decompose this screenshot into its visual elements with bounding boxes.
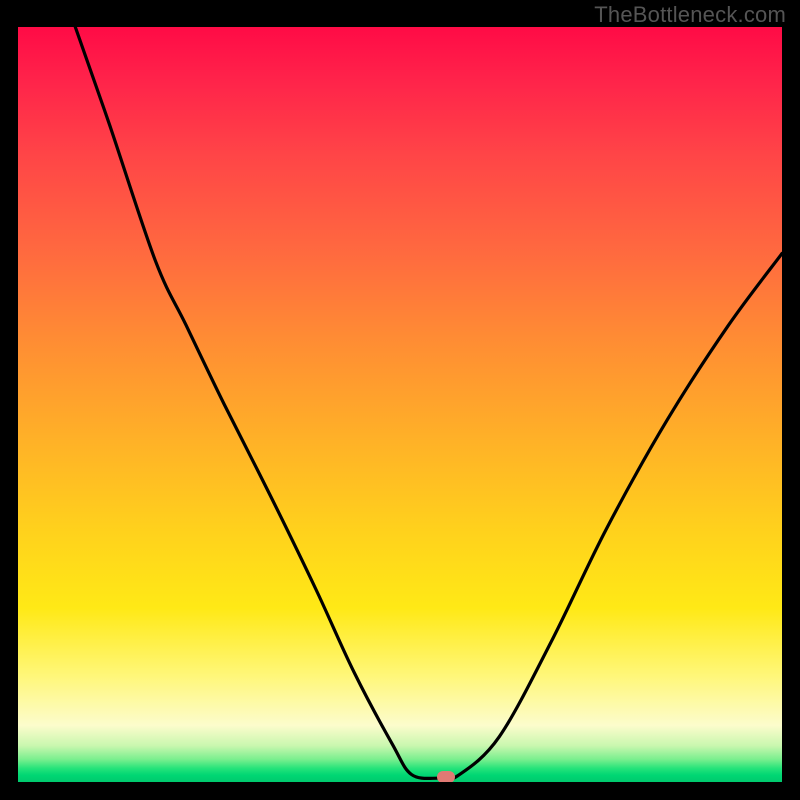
- curve-svg: [18, 27, 782, 782]
- optimum-marker: [437, 771, 455, 782]
- watermark-text: TheBottleneck.com: [594, 2, 786, 28]
- plot-area: [18, 27, 782, 782]
- chart-frame: TheBottleneck.com: [0, 0, 800, 800]
- bottleneck-curve: [75, 27, 782, 780]
